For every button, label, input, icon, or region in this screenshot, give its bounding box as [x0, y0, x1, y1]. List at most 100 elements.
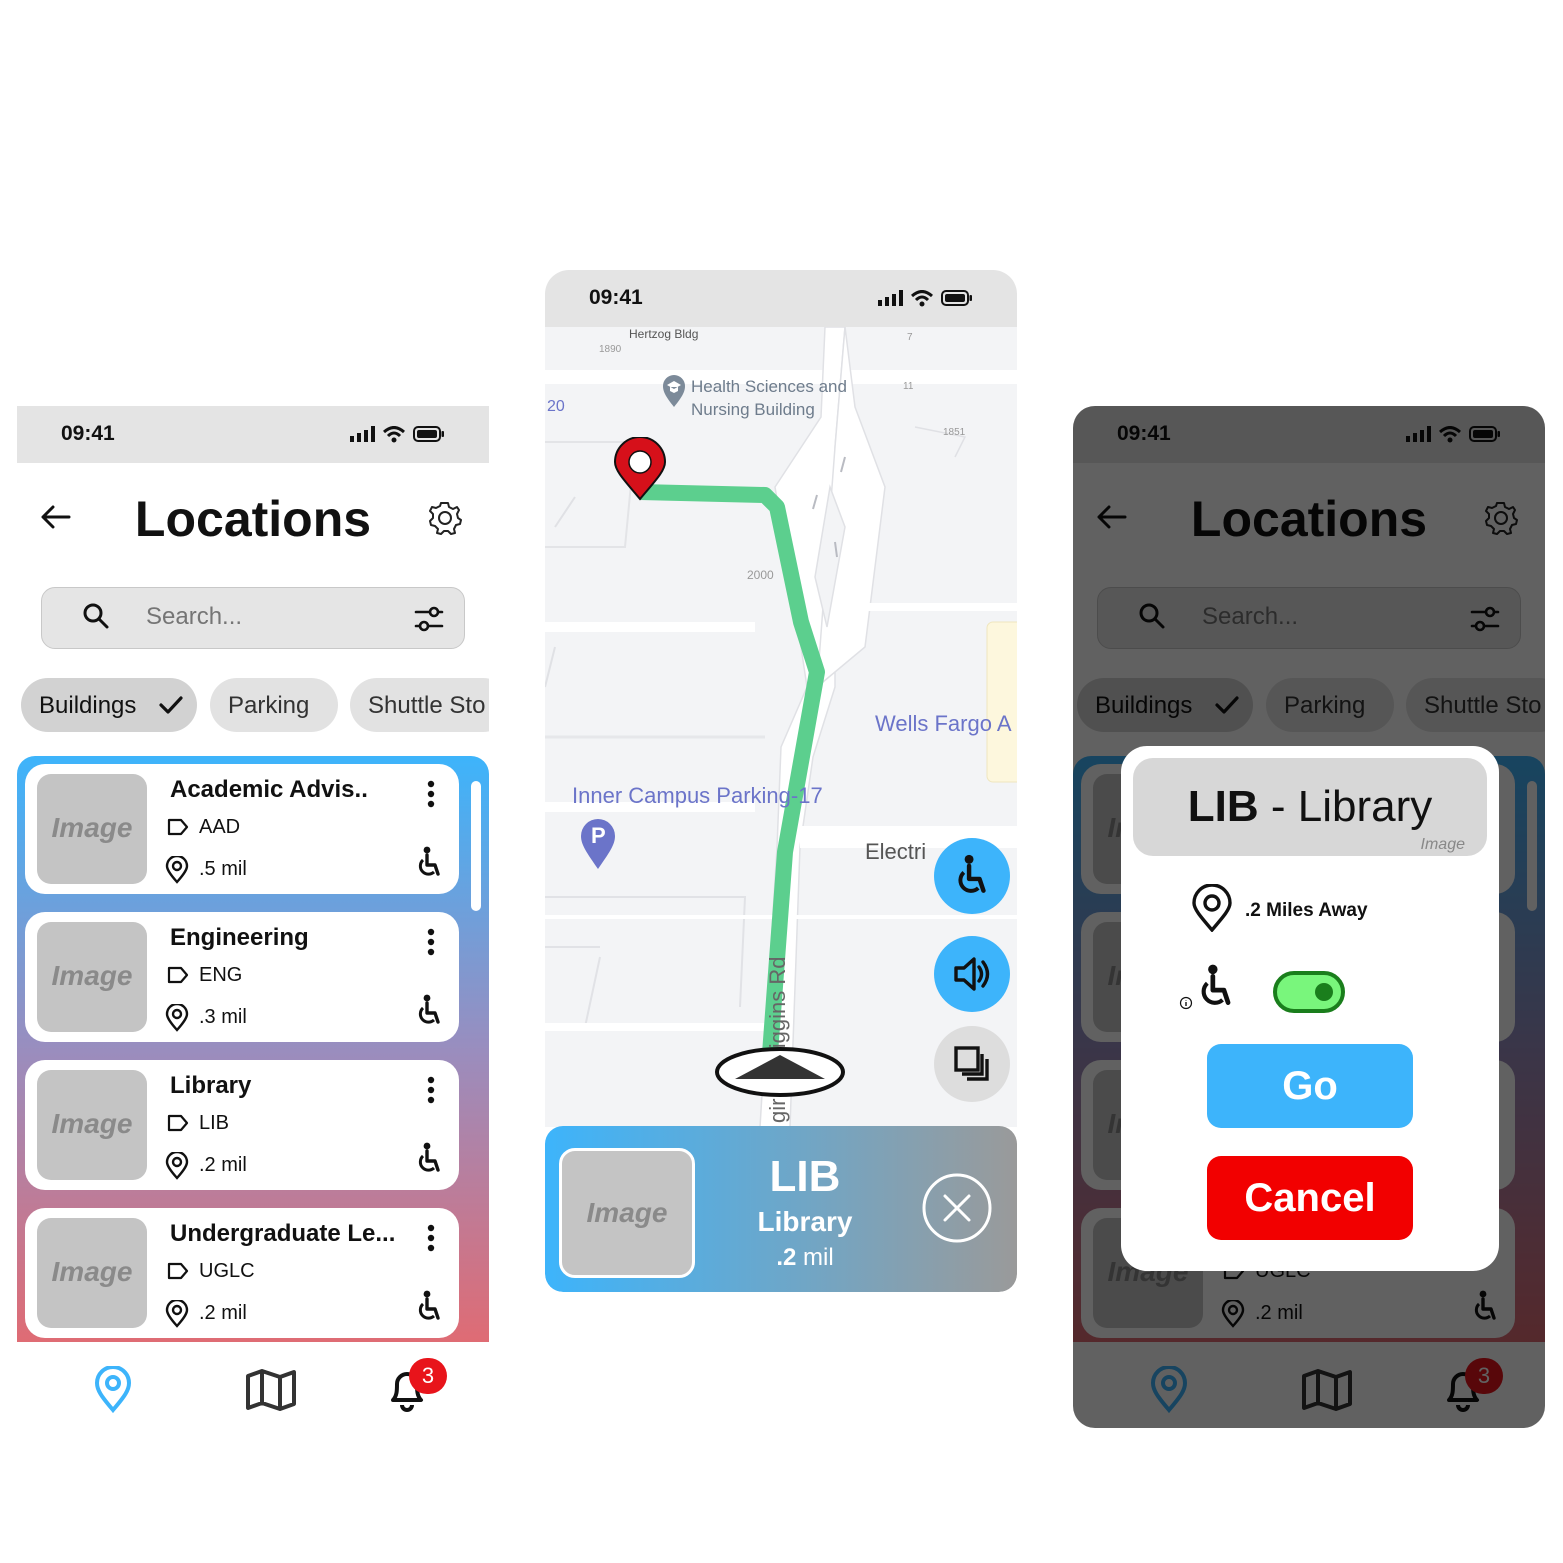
destination-panel[interactable]: Image LIB Library .2 mil: [545, 1126, 1017, 1292]
wheelchair-icon: [418, 1142, 440, 1172]
tag-icon: [167, 1114, 189, 1132]
location-list[interactable]: Image Academic Advis.. AAD .5 mil Image …: [17, 756, 489, 1346]
map-label: Hertzog Bldg: [629, 327, 699, 341]
image-placeholder: Image: [37, 922, 147, 1032]
map-label: 1890: [599, 344, 622, 355]
map-label: Health Sciences and: [691, 377, 847, 396]
tag-icon: [167, 818, 189, 836]
location-distance: .2 mil: [199, 1154, 247, 1176]
volume-icon: [954, 957, 990, 991]
go-button[interactable]: Go: [1207, 1044, 1413, 1128]
more-vertical-icon[interactable]: [427, 780, 435, 808]
image-placeholder: Image: [559, 1148, 695, 1278]
map-screen: 09:41 Hertzog Bldg 1890 7 20 Health Scie…: [545, 270, 1017, 1292]
toggle-knob: [1315, 983, 1333, 1001]
location-card[interactable]: Image Library LIB .2 mil: [25, 1060, 459, 1190]
destination-name: Library: [757, 1206, 853, 1237]
location-distance: .2 mil: [199, 1302, 247, 1324]
navigation-arrow-icon: [715, 1047, 845, 1097]
destination-pin-icon: [613, 437, 667, 501]
location-pin-icon: [165, 1300, 189, 1328]
map-label: 7: [907, 332, 913, 343]
signal-icon: [878, 290, 903, 306]
status-bar: 09:41: [545, 270, 1017, 327]
dialog-title: LIB - Library: [1187, 782, 1433, 831]
image-placeholder: Image: [37, 774, 147, 884]
search-bar[interactable]: [41, 587, 465, 649]
audio-button[interactable]: [934, 936, 1010, 1012]
dialog-header: LIB - Library Image: [1133, 758, 1487, 856]
street-label: gir: [765, 1098, 790, 1123]
location-code: ENG: [199, 964, 243, 986]
chip-parking[interactable]: Parking: [210, 678, 338, 732]
status-time: 09:41: [61, 422, 115, 445]
map-view[interactable]: Hertzog Bldg 1890 7 20 Health Sciences a…: [545, 327, 1017, 1127]
location-distance: .3 mil: [199, 1006, 247, 1028]
location-card[interactable]: Image Undergraduate Le... UGLC .2 mil: [25, 1208, 459, 1338]
wheelchair-icon: [418, 846, 440, 876]
locations-modal-screen: 09:41 Locations Buildings Parking Shuttl…: [1073, 406, 1545, 1428]
close-circle-icon[interactable]: [921, 1172, 993, 1244]
destination-code: LIB: [769, 1152, 841, 1201]
scrollbar[interactable]: [471, 781, 481, 911]
map-icon[interactable]: [245, 1368, 297, 1412]
gear-icon[interactable]: [427, 500, 463, 536]
location-code: UGLC: [199, 1260, 255, 1282]
dialog-distance: .2 Miles Away: [1245, 900, 1368, 921]
destination-distance: .2 mil: [776, 1244, 834, 1271]
chip-label: Buildings: [39, 692, 137, 719]
location-name: Library: [170, 1072, 252, 1099]
map-label: 1851: [943, 427, 966, 438]
image-placeholder: Image: [37, 1070, 147, 1180]
status-time: 09:41: [589, 286, 643, 309]
info-icon[interactable]: [1179, 996, 1193, 1010]
battery-icon: [941, 290, 972, 306]
accessible-route-toggle[interactable]: [1273, 971, 1345, 1013]
battery-icon: [413, 426, 444, 442]
more-vertical-icon[interactable]: [427, 1224, 435, 1252]
location-pin-icon[interactable]: [93, 1366, 133, 1414]
location-name: Undergraduate Le...: [170, 1220, 396, 1247]
school-marker-icon: [663, 375, 685, 407]
map-label: Electri: [865, 839, 927, 864]
chip-label: Parking: [228, 692, 310, 719]
search-icon: [83, 603, 109, 629]
filter-icon[interactable]: [414, 605, 444, 633]
chip-shuttle-stops[interactable]: Shuttle Sto: [350, 678, 489, 732]
map-label: 20: [547, 398, 565, 415]
wheelchair-icon: [418, 994, 440, 1024]
location-name: Engineering: [170, 924, 309, 951]
signal-icon: [350, 426, 375, 442]
chip-label: Shuttle Sto: [368, 692, 486, 719]
image-placeholder: Image: [37, 1218, 147, 1328]
location-name: Academic Advis..: [170, 776, 368, 803]
chip-buildings[interactable]: Buildings: [21, 678, 197, 732]
location-pin-icon: [165, 1152, 189, 1180]
layers-icon: [954, 1046, 989, 1081]
location-card[interactable]: Image Engineering ENG .3 mil: [25, 912, 459, 1042]
search-input[interactable]: [146, 603, 386, 631]
more-vertical-icon[interactable]: [427, 1076, 435, 1104]
tag-icon: [167, 1262, 189, 1280]
image-placeholder: Image: [1420, 836, 1465, 853]
wifi-icon: [911, 290, 933, 307]
accessibility-button[interactable]: [934, 838, 1010, 914]
wifi-icon: [383, 426, 405, 443]
map-label: Inner Campus Parking-17: [572, 783, 823, 808]
location-code: LIB: [199, 1112, 230, 1134]
layers-button[interactable]: [934, 1026, 1010, 1102]
location-pin-icon: [1192, 884, 1232, 932]
more-vertical-icon[interactable]: [427, 928, 435, 956]
map-label: 11: [903, 381, 914, 392]
location-card[interactable]: Image Academic Advis.. AAD .5 mil: [25, 764, 459, 894]
tag-icon: [167, 966, 189, 984]
wheelchair-icon: [418, 1290, 440, 1320]
cancel-button[interactable]: Cancel: [1207, 1156, 1413, 1240]
map-label: Nursing Building: [691, 400, 815, 419]
wheelchair-icon: [958, 854, 986, 893]
locations-screen: 09:41 Locations Buildings Parking Shuttl…: [17, 406, 489, 1428]
status-bar: 09:41: [17, 406, 489, 463]
location-pin-icon: [165, 1004, 189, 1032]
map-label: 2000: [747, 568, 774, 582]
map-label: Wells Fargo A: [875, 711, 1012, 736]
